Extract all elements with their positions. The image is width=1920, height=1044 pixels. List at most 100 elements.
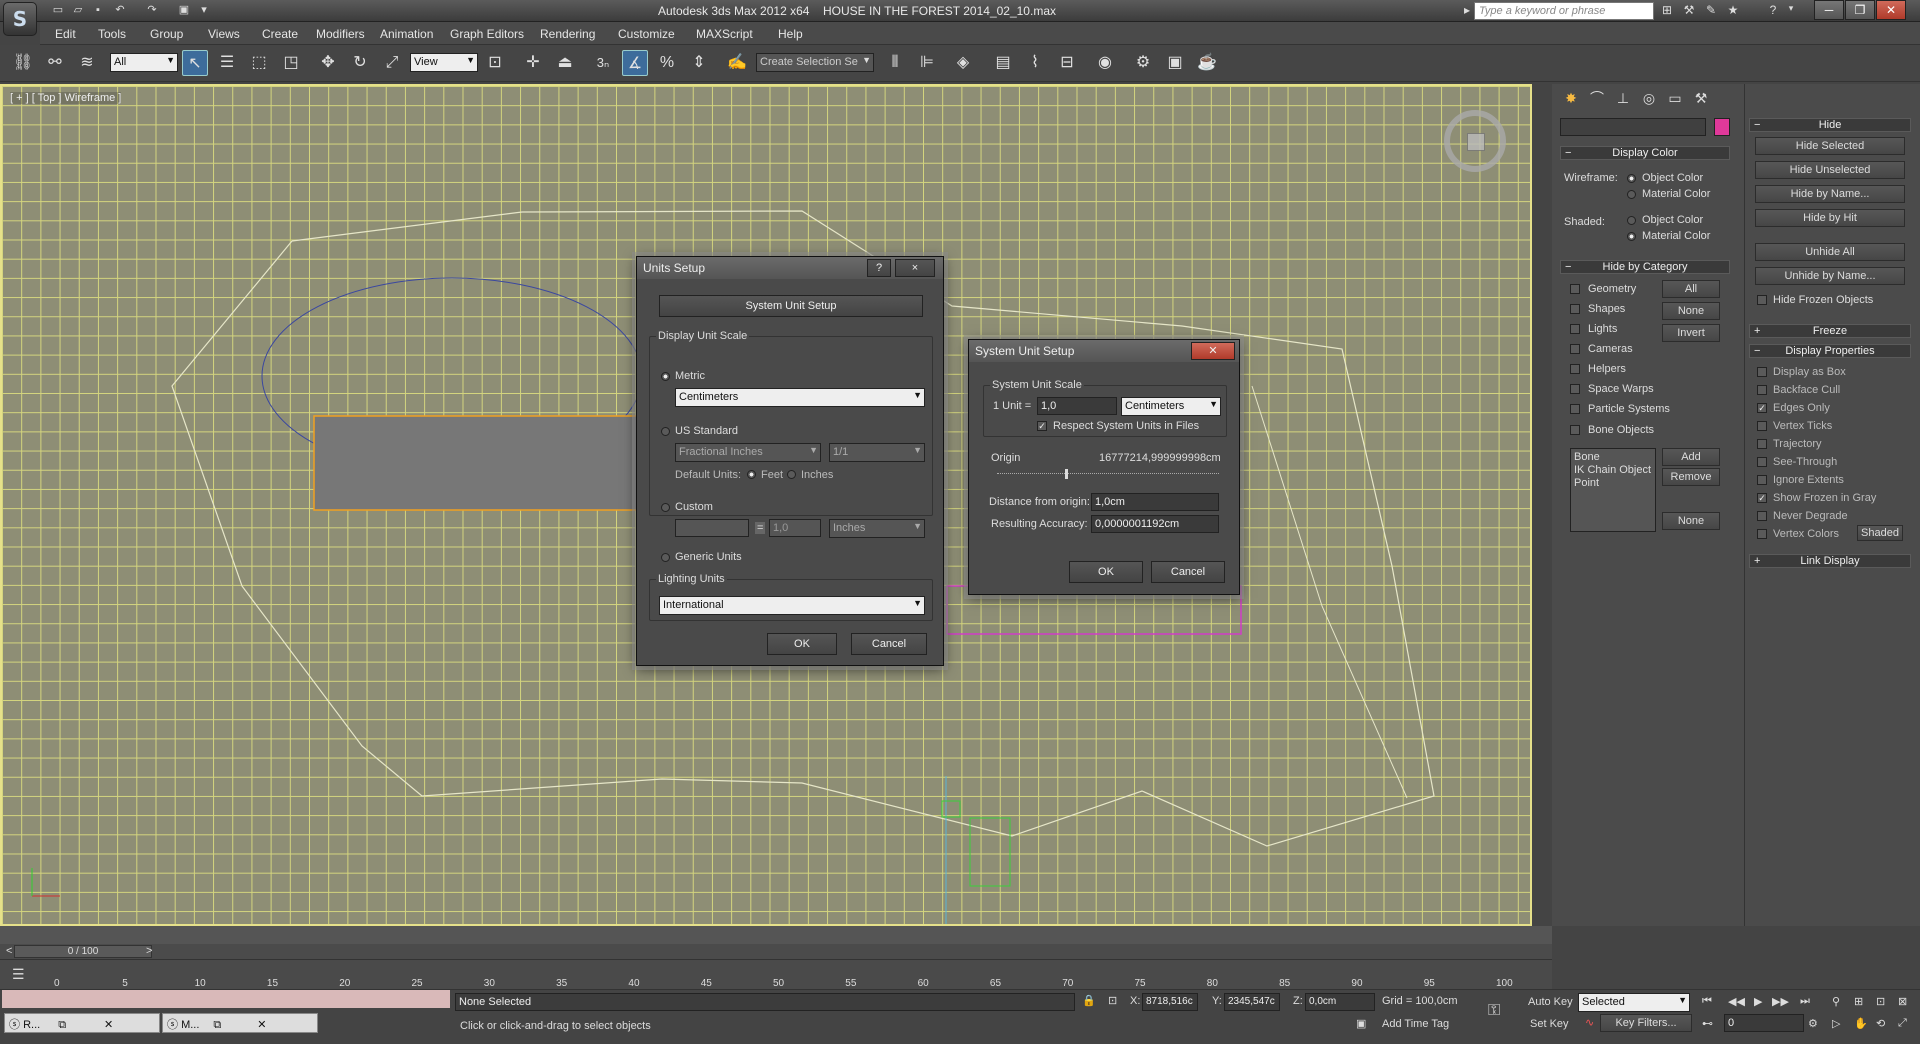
next-key-icon[interactable]: ▶▶ <box>1772 995 1789 1008</box>
maxscript-listener[interactable] <box>2 990 450 1008</box>
scale-icon[interactable]: ⤢ <box>379 50 405 76</box>
hide-by-name-button[interactable]: Hide by Name... <box>1755 185 1905 203</box>
time-slider[interactable]: < 0 / 100 > <box>0 944 1552 959</box>
bone-objects-checkbox[interactable] <box>1570 425 1580 435</box>
search-input[interactable]: Type a keyword or phrase <box>1474 2 1654 20</box>
render-production-icon[interactable]: ☕ <box>1194 50 1220 76</box>
category-list[interactable]: Bone IK Chain Object Point <box>1570 448 1656 532</box>
close-button[interactable]: ✕ <box>1876 0 1906 20</box>
project-folder-icon[interactable]: ▣ <box>176 3 192 18</box>
all-button[interactable]: All <box>1662 280 1720 298</box>
display-as-box-checkbox[interactable] <box>1757 367 1767 377</box>
list-item[interactable]: Bone <box>1574 451 1600 463</box>
edit-named-selection-icon[interactable]: ✍ <box>724 50 750 76</box>
z-coordinate-field[interactable]: 0,0cm <box>1305 993 1375 1011</box>
key-filters-button[interactable]: Key Filters... <box>1600 1014 1692 1032</box>
select-by-name-icon[interactable]: ☰ <box>214 50 240 76</box>
remove-button[interactable]: Remove <box>1662 468 1720 486</box>
list-none-button[interactable]: None <box>1662 512 1720 530</box>
link-icon[interactable]: ⛓ <box>10 50 36 76</box>
snaps-toggle-icon[interactable]: 3ₙ <box>590 50 616 76</box>
geometry-checkbox[interactable] <box>1570 284 1580 294</box>
menu-maxscript[interactable]: MAXScript <box>696 27 753 41</box>
select-manipulate-icon[interactable]: ✛ <box>520 50 546 76</box>
move-icon[interactable]: ✥ <box>315 50 341 76</box>
cameras-checkbox[interactable] <box>1570 344 1580 354</box>
edges-only-checkbox[interactable]: ✓ <box>1757 403 1767 413</box>
ignore-extents-checkbox[interactable] <box>1757 475 1767 485</box>
menu-create[interactable]: Create <box>262 27 298 41</box>
menu-tools[interactable]: Tools <box>98 27 126 41</box>
fractional-dropdown[interactable]: Fractional Inches ▼ <box>675 443 821 462</box>
time-slider-handle[interactable]: 0 / 100 <box>14 945 152 958</box>
fraction-dropdown[interactable]: 1/1 ▼ <box>829 443 925 462</box>
prev-frame-icon[interactable]: < <box>6 945 12 957</box>
custom-radio[interactable] <box>661 503 670 512</box>
helpers-checkbox[interactable] <box>1570 364 1580 374</box>
show-frozen-gray-checkbox[interactable]: ✓ <box>1757 493 1767 503</box>
new-icon[interactable]: ▭ <box>50 3 66 18</box>
hide-by-hit-button[interactable]: Hide by Hit <box>1755 209 1905 227</box>
object-color-swatch[interactable] <box>1714 118 1730 136</box>
restore-icon[interactable]: ⧉ <box>58 1019 66 1031</box>
menu-graph-editors[interactable]: Graph Editors <box>450 27 524 41</box>
subscription-icon[interactable]: ⚒ <box>1680 3 1698 19</box>
play-icon[interactable]: ▶ <box>1754 995 1762 1008</box>
shaded-material-color-radio[interactable] <box>1627 232 1636 241</box>
keyboard-shortcut-icon[interactable]: ⏏ <box>552 50 578 76</box>
particle-systems-checkbox[interactable] <box>1570 404 1580 414</box>
zoom-icon[interactable]: ⚲ <box>1832 995 1840 1008</box>
shaded-button[interactable]: Shaded <box>1857 525 1903 541</box>
vertex-colors-checkbox[interactable] <box>1757 529 1767 539</box>
absolute-mode-icon[interactable]: ⊡ <box>1108 994 1117 1007</box>
minimize-button[interactable]: ─ <box>1814 0 1844 20</box>
goto-end-icon[interactable]: ⏭ <box>1800 995 1810 1008</box>
generic-units-radio[interactable] <box>661 553 670 562</box>
viewcube-icon[interactable] <box>1444 110 1506 172</box>
motion-tab-icon[interactable]: ◎ <box>1638 87 1660 109</box>
object-name-field[interactable] <box>1560 118 1706 136</box>
unhide-by-name-button[interactable]: Unhide by Name... <box>1755 267 1905 285</box>
close-icon[interactable]: ✕ <box>104 1019 113 1031</box>
origin-slider-track[interactable] <box>997 473 1219 474</box>
spinner-snap-icon[interactable]: ⇕ <box>686 50 712 76</box>
redo-icon[interactable]: ↷ <box>144 3 160 18</box>
taskbar-item-r[interactable]: ⓢ R... ⧉ ✕ <box>4 1013 160 1033</box>
schematic-view-icon[interactable]: ⊟ <box>1054 50 1080 76</box>
goto-start-icon[interactable]: ⏮ <box>1702 995 1712 1008</box>
menu-group[interactable]: Group <box>150 27 183 41</box>
auto-key-button[interactable]: Auto Key <box>1528 996 1573 1008</box>
feet-radio[interactable] <box>747 470 756 479</box>
key-mode-dropdown[interactable]: Selected ▼ <box>1578 993 1690 1012</box>
restore-button[interactable]: ❐ <box>1845 0 1875 20</box>
link-display-rollout[interactable]: + Link Display <box>1749 554 1911 568</box>
field-of-view-icon[interactable]: ▷ <box>1832 1017 1840 1030</box>
quick-access-dropdown-icon[interactable]: ▾ <box>196 3 212 18</box>
invert-button[interactable]: Invert <box>1662 324 1720 342</box>
time-config-icon[interactable]: ⚙ <box>1808 1017 1818 1030</box>
custom-name-field[interactable] <box>675 519 749 537</box>
orbit-icon[interactable]: ⟲ <box>1876 1017 1885 1030</box>
zoom-all-icon[interactable]: ⊞ <box>1854 995 1863 1008</box>
align-icon[interactable]: ⊫ <box>914 50 940 76</box>
undo-icon[interactable]: ↶ <box>112 3 128 18</box>
pivot-center-icon[interactable]: ⊡ <box>482 50 508 76</box>
units-close-button[interactable]: × <box>895 259 935 277</box>
trajectory-checkbox[interactable] <box>1757 439 1767 449</box>
units-cancel-button[interactable]: Cancel <box>851 633 927 655</box>
space-warps-checkbox[interactable] <box>1570 384 1580 394</box>
hide-frozen-checkbox[interactable] <box>1757 295 1767 305</box>
set-key-icon[interactable]: ⚿ <box>1488 1002 1500 1020</box>
named-selection-dropdown[interactable]: Create Selection Se ▼ <box>756 53 874 72</box>
shapes-checkbox[interactable] <box>1570 304 1580 314</box>
hide-unselected-button[interactable]: Hide Unselected <box>1755 161 1905 179</box>
see-through-checkbox[interactable] <box>1757 457 1767 467</box>
maximize-viewport-icon[interactable]: ⤢ <box>1898 1017 1907 1030</box>
menu-rendering[interactable]: Rendering <box>540 27 595 41</box>
favorites-icon[interactable]: ★ <box>1724 3 1742 19</box>
unit-value-field[interactable]: 1,0 <box>1037 397 1117 415</box>
x-coordinate-field[interactable]: 8718,516c <box>1142 993 1198 1011</box>
lock-icon[interactable]: 🔒 <box>1082 994 1096 1007</box>
zoom-extents-icon[interactable]: ⊡ <box>1876 995 1885 1008</box>
system-ok-button[interactable]: OK <box>1069 561 1143 583</box>
